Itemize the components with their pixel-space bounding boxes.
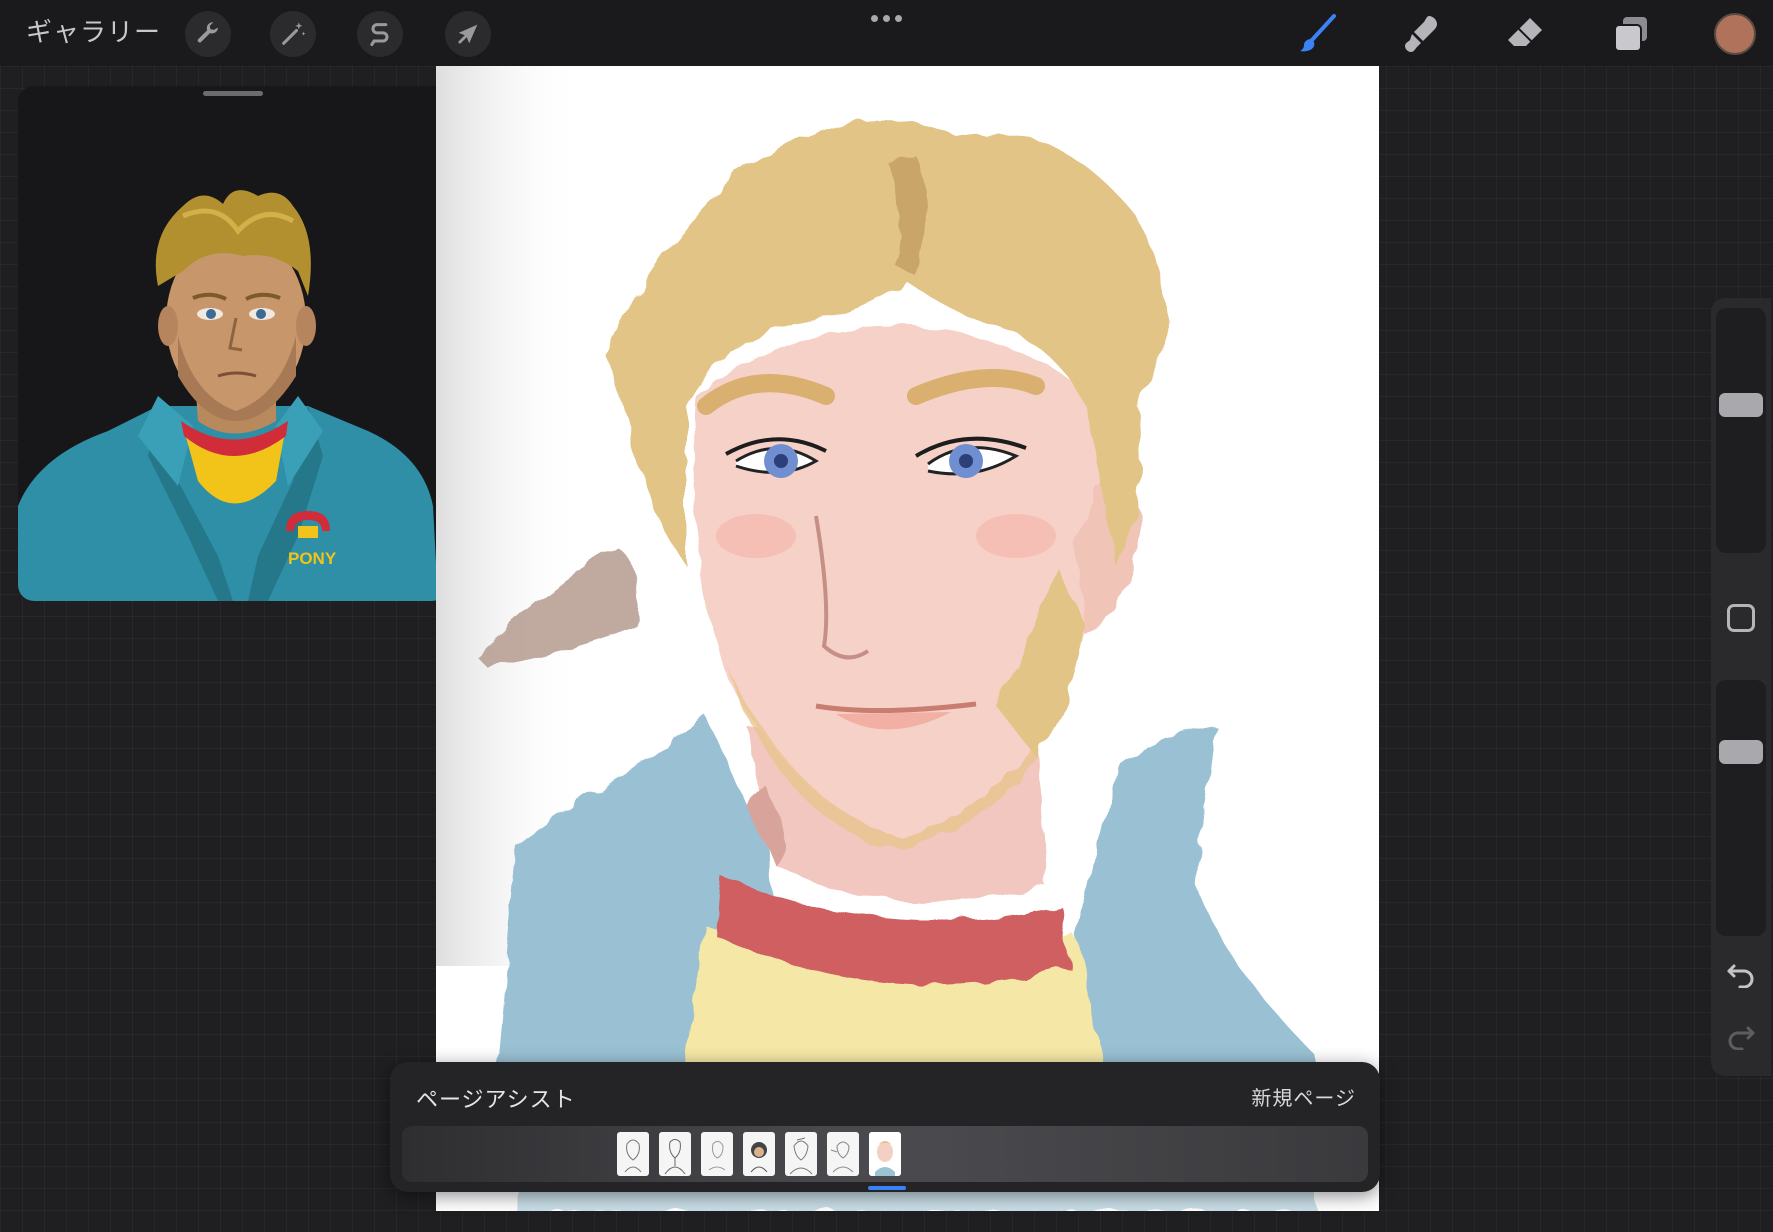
top-toolbar: ギャラリー (0, 0, 1773, 66)
gallery-button[interactable]: ギャラリー (26, 14, 161, 52)
dot-icon (882, 14, 890, 22)
smudge-icon (1405, 16, 1437, 52)
sketch-thumbnail (624, 1139, 642, 1173)
new-page-button[interactable]: 新規ページ (1251, 1082, 1356, 1111)
layers-icon (1614, 17, 1647, 52)
modify-button[interactable] (1727, 604, 1755, 632)
reference-panel-grabber[interactable] (203, 91, 263, 96)
canvas-artwork (436, 66, 1379, 1211)
drawing-canvas[interactable] (436, 66, 1379, 1211)
layers-button[interactable] (1605, 10, 1657, 58)
brush-tool-button[interactable] (1292, 10, 1344, 58)
reference-image: PONY (18, 86, 448, 601)
adjustments-button[interactable] (270, 11, 316, 57)
color-portrait-thumbnail (869, 1132, 901, 1176)
more-options-dots[interactable] (866, 8, 906, 28)
eraser-tool-button[interactable] (1500, 10, 1552, 58)
page-thumbnail[interactable] (743, 1132, 775, 1176)
dark-sketch-thumbnail (750, 1142, 768, 1173)
smudge-tool-button[interactable] (1395, 10, 1447, 58)
selected-page-indicator (868, 1186, 906, 1190)
brush-size-handle[interactable] (1719, 392, 1763, 417)
page-thumbnail[interactable] (701, 1132, 733, 1176)
page-thumbnail[interactable] (617, 1132, 649, 1176)
page-thumbnail-selected[interactable] (869, 1132, 901, 1176)
page-thumbnail[interactable] (827, 1132, 859, 1176)
undo-icon (1727, 964, 1754, 988)
page-thumbnail[interactable] (785, 1132, 817, 1176)
redo-button[interactable] (1723, 1020, 1759, 1052)
page-thumbnail[interactable] (659, 1132, 691, 1176)
color-picker-swatch[interactable] (1714, 13, 1756, 55)
undo-button[interactable] (1723, 958, 1759, 990)
dot-icon (870, 14, 878, 22)
arrow-cursor-icon (458, 24, 478, 44)
opacity-handle[interactable] (1719, 739, 1763, 764)
page-assist-title: ページアシスト (416, 1088, 576, 1113)
reference-panel[interactable]: PONY (18, 86, 448, 601)
brush-size-slider[interactable] (1716, 308, 1766, 553)
actions-button[interactable] (185, 11, 231, 57)
redo-icon (1728, 1026, 1755, 1050)
page-assist-panel: ページアシスト 新規ページ (390, 1062, 1380, 1192)
selection-s-icon (370, 23, 389, 47)
wrench-icon (197, 22, 218, 43)
transform-button[interactable] (445, 11, 491, 57)
sketch-thumbnail (789, 1137, 813, 1175)
procreate-app: ギャラリー PONY ページアシスト 新規ページ (0, 0, 1773, 1232)
magic-wand-icon (282, 22, 306, 45)
eraser-icon (1508, 18, 1542, 46)
right-sidebar (1711, 298, 1771, 1076)
selection-button[interactable] (357, 11, 403, 57)
sketch-thumbnail (664, 1139, 686, 1175)
opacity-slider[interactable] (1716, 680, 1766, 936)
sketch-thumbnail (708, 1140, 726, 1171)
sketch-thumbnail (830, 1141, 854, 1173)
brush-icon (1300, 14, 1336, 52)
dot-icon (894, 14, 902, 22)
svg-text:PONY: PONY (288, 549, 337, 568)
